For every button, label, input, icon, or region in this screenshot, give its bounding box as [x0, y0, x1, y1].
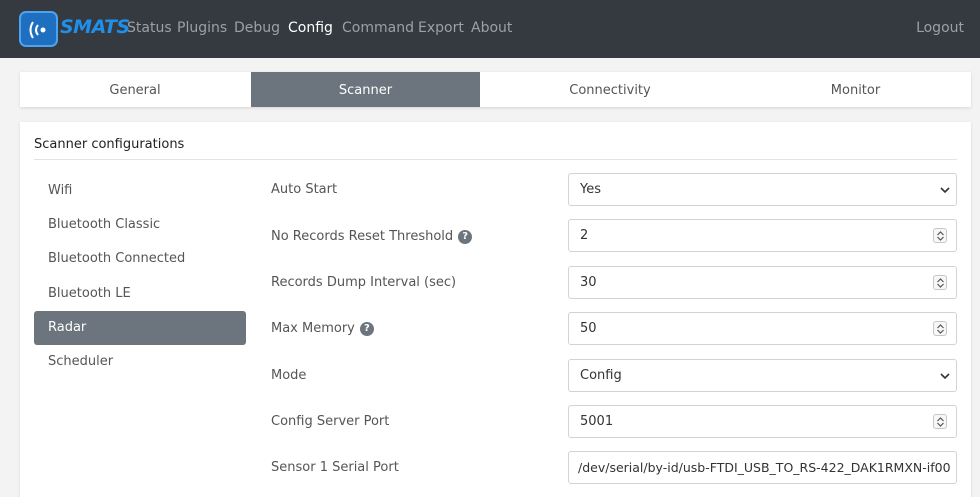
card-title: Scanner configurations	[34, 137, 185, 152]
tab-scanner[interactable]: Scanner	[251, 72, 480, 107]
number-spinner-icon[interactable]	[933, 228, 947, 243]
records-dump-interval-label: Records Dump Interval (sec)	[271, 275, 456, 290]
side-item-wifi[interactable]: Wifi	[34, 174, 246, 208]
side-item-bluetooth-le[interactable]: Bluetooth LE	[34, 277, 246, 311]
no-records-reset-threshold-label-text: No Records Reset Threshold	[271, 229, 454, 244]
side-item-bluetooth-classic[interactable]: Bluetooth Classic	[34, 208, 246, 242]
records-dump-interval-value: 30	[580, 275, 597, 290]
card-divider	[34, 159, 957, 160]
help-icon[interactable]: ?	[359, 321, 374, 336]
help-icon[interactable]: ?	[458, 229, 473, 244]
sensor1-serial-port-label-text: Sensor 1 Serial Port	[271, 460, 399, 475]
chevron-down-icon	[940, 187, 950, 194]
signal-wave-icon	[29, 21, 46, 39]
records-dump-interval-input[interactable]: 30	[568, 266, 957, 299]
nav-config-link[interactable]: Config	[288, 20, 333, 36]
max-memory-value: 50	[580, 321, 597, 336]
records-dump-interval-label-text: Records Dump Interval (sec)	[271, 275, 457, 290]
config-server-port-label: Config Server Port	[271, 414, 389, 429]
sensor1-serial-port-input[interactable]: /dev/serial/by-id/usb-FTDI_USB_TO_RS-422…	[568, 451, 957, 484]
auto-start-select[interactable]: Yes	[568, 173, 957, 206]
number-spinner-icon[interactable]	[933, 321, 947, 336]
tab-monitor[interactable]: Monitor	[740, 72, 971, 107]
mode-label-text: Mode	[271, 368, 307, 383]
max-memory-label: Max Memory ?	[271, 321, 374, 336]
sensor1-serial-port-value: /dev/serial/by-id/usb-FTDI_USB_TO_RS-422…	[578, 460, 951, 475]
sensor1-serial-port-label: Sensor 1 Serial Port	[271, 460, 399, 475]
config-server-port-input[interactable]: 5001	[568, 405, 957, 438]
mode-label: Mode	[271, 368, 306, 383]
no-records-reset-threshold-value: 2	[580, 228, 589, 243]
tab-general[interactable]: General	[20, 72, 250, 107]
side-item-radar[interactable]: Radar	[34, 311, 246, 345]
nav-command-link[interactable]: Command	[342, 20, 414, 36]
max-memory-label-text: Max Memory	[271, 321, 355, 336]
nav-plugins-link[interactable]: Plugins	[177, 20, 227, 36]
number-spinner-icon[interactable]	[933, 275, 947, 290]
auto-start-label-text: Auto Start	[271, 182, 338, 197]
config-server-port-label-text: Config Server Port	[271, 414, 390, 429]
brand-logo[interactable]: SMATS	[19, 11, 130, 47]
chevron-down-icon	[940, 373, 950, 380]
number-spinner-icon[interactable]	[933, 414, 947, 429]
auto-start-value: Yes	[580, 182, 601, 197]
top-navbar: SMATS Status Plugins Debug Config Comman…	[0, 0, 980, 58]
nav-about-link[interactable]: About	[471, 20, 512, 36]
brand-name: SMATS	[60, 16, 130, 38]
nav-status-link[interactable]: Status	[127, 20, 172, 36]
side-item-bluetooth-connected[interactable]: Bluetooth Connected	[34, 242, 246, 276]
config-tabs: General Scanner Connectivity Monitor	[20, 72, 971, 107]
no-records-reset-threshold-input[interactable]: 2	[568, 219, 957, 252]
tab-connectivity[interactable]: Connectivity	[480, 72, 740, 107]
mode-value: Config	[580, 368, 622, 383]
max-memory-input[interactable]: 50	[568, 312, 957, 345]
config-server-port-value: 5001	[580, 414, 614, 429]
side-item-scheduler[interactable]: Scheduler	[34, 345, 246, 379]
scanner-config-card: Scanner configurations Wifi Bluetooth Cl…	[20, 122, 971, 497]
mode-select[interactable]: Config	[568, 359, 957, 392]
logo-badge	[19, 11, 58, 47]
nav-debug-link[interactable]: Debug	[234, 20, 280, 36]
nav-export-link[interactable]: Export	[418, 20, 464, 36]
logout-link[interactable]: Logout	[916, 20, 964, 36]
auto-start-label: Auto Start	[271, 182, 337, 197]
no-records-reset-threshold-label: No Records Reset Threshold ?	[271, 229, 473, 244]
